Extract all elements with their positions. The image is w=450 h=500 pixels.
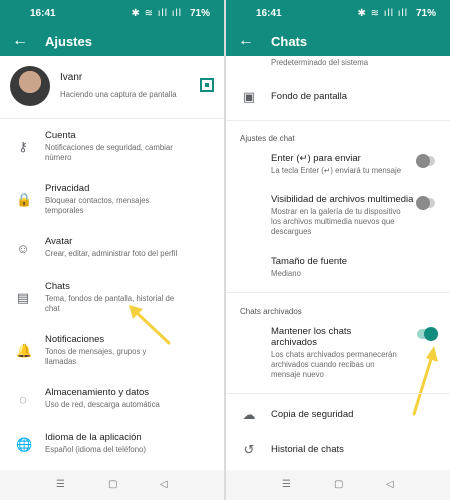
globe-icon: 🌐 <box>16 437 33 452</box>
item-subtitle: Español (idioma del teléfono) <box>45 445 146 454</box>
divider <box>226 393 450 394</box>
section-title: Chats archivados <box>240 307 302 316</box>
app-bar: ← Ajustes <box>0 28 224 56</box>
item-subtitle: Notificaciones de seguridad, cambiar núm… <box>45 143 173 162</box>
theme-subtitle: Predeterminado del sistema <box>271 58 369 67</box>
back-icon[interactable]: ◁ <box>160 479 168 490</box>
item-subtitle: Uso de red, descarga automática <box>45 400 160 409</box>
toggle-knob <box>416 154 430 168</box>
system-nav-bar: ☰ ▢ ◁ <box>226 470 450 500</box>
item-title: Chats <box>45 281 70 292</box>
page-title: Ajustes <box>45 34 92 49</box>
system-nav-bar: ☰ ▢ ◁ <box>0 470 224 500</box>
setting-title: Enter (↵) para enviar <box>271 153 361 164</box>
item-title: Notificaciones <box>45 334 105 345</box>
home-icon[interactable]: ▢ <box>334 479 343 490</box>
setting-title: Tamaño de fuente <box>271 256 348 267</box>
settings-screen: 16:41 ✱ ≋ ıll ıll 71% ← Ajustes Ivanr Ha… <box>0 0 224 500</box>
page-title: Chats <box>271 34 308 49</box>
enter-toggle[interactable] <box>416 154 435 168</box>
back-icon[interactable]: ◁ <box>386 479 394 490</box>
menu-icon[interactable]: ☰ <box>282 479 291 490</box>
setting-subtitle: Mostrar en la galería de tu dispositivo … <box>271 207 401 236</box>
chats-settings-screen: 16:41 ✱ ≋ ıll ıll 71% ← Chats Predetermi… <box>226 0 450 500</box>
bell-icon: 🔔 <box>16 343 33 358</box>
chat-icon: ▤ <box>16 290 30 305</box>
item-subtitle: Crear, editar, administrar foto del perf… <box>45 249 178 258</box>
status-icons: ✱ ≋ ıll ıll <box>131 8 182 19</box>
battery-level: 71% <box>415 8 436 19</box>
menu-icon[interactable]: ☰ <box>56 479 65 490</box>
item-title: Almacenamiento y datos <box>45 387 150 398</box>
backup-label: Copia de seguridad <box>271 409 354 420</box>
status-bar: 16:41 ✱ ≋ ıll ıll 71% <box>226 0 450 28</box>
battery-level: 71% <box>189 8 210 19</box>
keep-archived-toggle[interactable] <box>417 327 438 341</box>
setting-subtitle: Mediano <box>271 269 301 278</box>
item-title: Cuenta <box>45 130 76 141</box>
qr-code-icon[interactable] <box>200 78 214 92</box>
divider <box>0 118 224 119</box>
avatar-icon: ☺ <box>16 241 30 256</box>
divider <box>226 120 450 121</box>
media-toggle[interactable] <box>416 196 435 210</box>
status-time: 16:41 <box>30 8 56 19</box>
avatar[interactable] <box>10 66 50 106</box>
toggle-knob <box>424 327 438 341</box>
divider <box>226 292 450 293</box>
back-arrow-icon[interactable]: ← <box>12 32 28 50</box>
history-icon: ↺ <box>243 442 255 457</box>
setting-title: Mantener los chats archivados <box>271 326 352 348</box>
history-label: Historial de chats <box>271 444 344 455</box>
wallpaper-label: Fondo de pantalla <box>271 91 348 102</box>
data-usage-icon: ◌ <box>19 392 27 407</box>
item-subtitle: Tonos de mensajes, grupos y llamadas <box>45 347 147 366</box>
item-title: Avatar <box>45 236 73 247</box>
setting-subtitle: La tecla Enter (↵) enviará tu mensaje <box>271 166 402 175</box>
setting-subtitle: Los chats archivados permanecerán archiv… <box>271 350 397 379</box>
item-title: Privacidad <box>45 183 90 194</box>
toggle-knob <box>416 196 430 210</box>
profile-status: Haciendo una captura de pantalla <box>60 90 177 99</box>
section-title: Ajustes de chat <box>240 134 295 143</box>
annotation-arrow-icon <box>412 346 438 416</box>
key-icon: ⚷ <box>18 139 28 154</box>
setting-title: Visibilidad de archivos multimedia <box>271 194 414 205</box>
item-subtitle: Bloquear contactos, mensajes temporales <box>45 196 150 215</box>
annotation-arrow-icon <box>129 305 171 345</box>
status-bar: 16:41 ✱ ≋ ıll ıll 71% <box>0 0 224 28</box>
lock-icon: 🔒 <box>16 192 33 207</box>
home-icon[interactable]: ▢ <box>108 479 117 490</box>
cloud-upload-icon: ☁ <box>242 407 256 422</box>
back-arrow-icon[interactable]: ← <box>238 32 254 50</box>
app-bar: ← Chats <box>226 28 450 56</box>
profile-name: Ivanr <box>60 72 83 83</box>
status-time: 16:41 <box>256 8 282 19</box>
status-icons: ✱ ≋ ıll ıll <box>357 8 408 19</box>
wallpaper-icon: ▣ <box>242 89 256 104</box>
item-title: Idioma de la aplicación <box>45 432 142 443</box>
